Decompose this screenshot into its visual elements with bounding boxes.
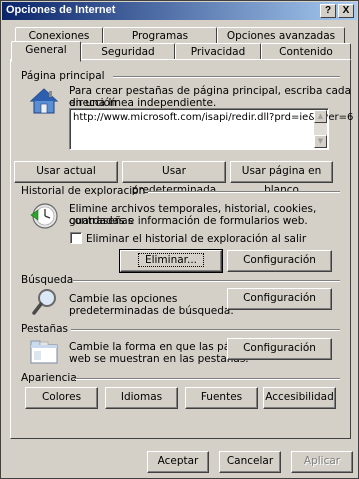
delete-history-button[interactable]: Eliminar...: [119, 249, 223, 273]
tabs-settings-label: Configuración: [243, 342, 316, 354]
delete-history-label: Eliminar...: [137, 253, 205, 267]
fonts-label: Fuentes: [200, 391, 243, 403]
scroll-up-arrow-icon[interactable]: ▲: [314, 110, 327, 123]
accessibility-label: Accesibilidad: [265, 391, 334, 403]
tabs-window-icon: [30, 340, 58, 364]
tab-general[interactable]: General: [11, 41, 81, 62]
scroll-down-arrow-icon[interactable]: ▼: [314, 135, 327, 148]
languages-label: Idiomas: [120, 391, 163, 403]
help-button[interactable]: ?: [320, 4, 336, 18]
search-desc-line2: predeterminadas de búsqueda.: [69, 305, 234, 317]
search-magnifier-icon: [32, 289, 56, 315]
search-heading: Búsqueda: [21, 274, 74, 286]
history-settings-label: Configuración: [243, 254, 316, 266]
history-clock-icon: [30, 203, 58, 229]
internet-options-window: Opciones de Internet ? X Conexiones Prog…: [0, 0, 359, 479]
cancel-label: Cancelar: [226, 455, 274, 467]
tabs-settings-button[interactable]: Configuración: [227, 338, 332, 360]
use-current-label: Usar actual: [36, 165, 96, 177]
languages-button[interactable]: Idiomas: [105, 387, 178, 409]
divider: [75, 378, 340, 380]
delete-history-on-exit-checkbox[interactable]: [70, 232, 82, 244]
apply-label: Aplicar: [303, 455, 341, 467]
use-blank-button[interactable]: Usar página en blanco: [230, 161, 333, 196]
window-title: Opciones de Internet: [6, 4, 116, 16]
use-current-button[interactable]: Usar actual: [14, 161, 118, 183]
search-settings-label: Configuración: [243, 292, 316, 304]
history-heading: Historial de exploración: [21, 185, 146, 197]
colors-label: Colores: [41, 391, 82, 403]
search-desc-line1: Cambie las opciones: [69, 293, 178, 305]
use-default-button[interactable]: Usar predeterminada: [122, 161, 226, 196]
tabs-section-heading: Pestañas: [21, 323, 68, 335]
ok-button[interactable]: Aceptar: [147, 451, 209, 473]
accessibility-button[interactable]: Accesibilidad: [263, 387, 336, 409]
apply-button[interactable]: Aplicar: [291, 451, 353, 473]
colors-button[interactable]: Colores: [25, 387, 98, 409]
cancel-button[interactable]: Cancelar: [219, 451, 281, 473]
fonts-button[interactable]: Fuentes: [185, 387, 258, 409]
divider: [148, 191, 340, 193]
divider: [73, 280, 340, 282]
delete-history-on-exit-label[interactable]: Eliminar el historial de exploración al …: [86, 233, 306, 245]
title-bar[interactable]: Opciones de Internet ? X: [2, 2, 357, 20]
home-page-url-value: http://www.microsoft.com/isapi/redir.dll…: [73, 112, 354, 123]
url-scrollbar[interactable]: ▲ ▼: [314, 110, 327, 148]
history-settings-button[interactable]: Configuración: [227, 250, 332, 272]
home-page-heading: Página principal: [21, 70, 105, 82]
close-button[interactable]: X: [338, 4, 354, 18]
search-settings-button[interactable]: Configuración: [227, 288, 332, 310]
history-desc-line2: guardadas e información de formularios w…: [69, 215, 308, 227]
tabs-desc-line2: web se muestran en las pestañas.: [69, 353, 249, 365]
divider: [113, 76, 340, 78]
home-page-url-field[interactable]: http://www.microsoft.com/isapi/redir.dll…: [69, 108, 353, 150]
appearance-heading: Apariencia: [21, 372, 77, 384]
divider: [71, 329, 340, 331]
ok-label: Aceptar: [157, 455, 199, 467]
home-icon: [29, 88, 59, 114]
